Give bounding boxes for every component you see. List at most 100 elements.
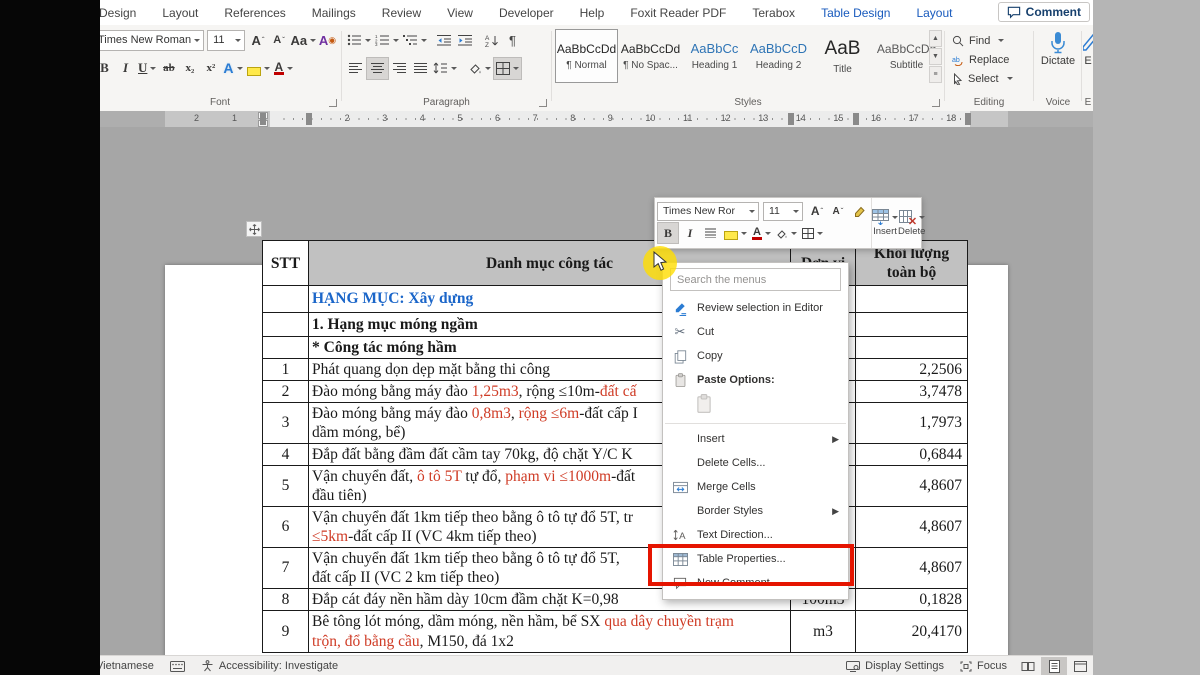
align-right-button[interactable] <box>389 58 410 79</box>
cell-qty[interactable]: 0,1828 <box>856 589 968 611</box>
paste-option-button[interactable] <box>663 392 848 420</box>
ruler-column-marker[interactable] <box>965 113 971 125</box>
tab-mailings[interactable]: Mailings <box>299 0 369 24</box>
align-left-button[interactable] <box>345 58 366 79</box>
tab-help[interactable]: Help <box>567 0 618 24</box>
tab-table-design[interactable]: Table Design <box>808 0 903 24</box>
focus-button[interactable]: Focus <box>952 656 1015 675</box>
cell-qty[interactable]: 4,8607 <box>856 507 968 548</box>
menu-item-review-selection-in-editor[interactable]: Review selection in Editor <box>663 296 848 320</box>
styles-dialog-launcher-icon[interactable] <box>932 99 940 107</box>
cell-qty[interactable]: 1,7973 <box>856 403 968 444</box>
multilevel-list-button[interactable] <box>401 30 429 51</box>
cell-stt[interactable] <box>263 313 309 337</box>
menu-item-copy[interactable]: Copy <box>663 344 848 368</box>
cell-qty[interactable]: 2,2506 <box>856 359 968 381</box>
read-mode-view-button[interactable] <box>1015 657 1041 675</box>
style-card-title[interactable]: AaBTitle <box>811 29 874 83</box>
text-effects-button[interactable]: A <box>221 58 244 79</box>
cell-stt[interactable]: 5 <box>263 466 309 507</box>
tab-developer[interactable]: Developer <box>486 0 567 24</box>
mini-highlight-button[interactable] <box>722 223 749 243</box>
print-layout-view-button[interactable] <box>1041 657 1067 675</box>
ruler-column-marker[interactable] <box>853 113 859 125</box>
grow-font-button[interactable]: Aˆ <box>248 30 269 51</box>
keyboard-indicator-icon[interactable] <box>162 656 193 675</box>
sort-button[interactable]: AZ <box>481 30 502 51</box>
styles-scroll-down-icon[interactable]: ▼ <box>929 48 942 65</box>
change-case-button[interactable]: Aa <box>290 30 317 51</box>
ruler-column-marker[interactable] <box>306 113 312 125</box>
cell-unit[interactable]: m3 <box>791 611 856 653</box>
mini-shading-button[interactable] <box>774 223 799 243</box>
menu-item-insert[interactable]: Insert▶ <box>663 427 848 451</box>
cell-stt[interactable] <box>263 337 309 359</box>
mini-format-painter-button[interactable] <box>849 201 869 221</box>
tab-terabox[interactable]: Terabox <box>739 0 808 24</box>
cell-stt[interactable]: 8 <box>263 589 309 611</box>
accessibility-button[interactable]: Accessibility: Investigate <box>193 656 346 675</box>
font-name-combo[interactable]: Times New Roman <box>92 30 204 51</box>
tab-review[interactable]: Review <box>369 0 434 24</box>
tab-layout[interactable]: Layout <box>149 0 211 24</box>
show-formatting-marks-button[interactable]: ¶ <box>502 30 523 51</box>
menu-item-paste-options[interactable]: Paste Options: <box>663 368 848 392</box>
mini-align-button[interactable] <box>701 223 721 243</box>
font-color-button[interactable]: A <box>272 58 296 79</box>
mini-bold-button[interactable]: B <box>657 222 679 244</box>
replace-button[interactable]: ab Replace <box>946 50 1032 69</box>
cell-qty[interactable]: 4,8607 <box>856 548 968 589</box>
shading-button[interactable] <box>467 58 493 79</box>
increase-indent-button[interactable] <box>455 30 476 51</box>
mini-italic-button[interactable]: I <box>680 223 700 243</box>
ruler-column-marker[interactable] <box>788 113 794 125</box>
cell-stt[interactable]: 7 <box>263 548 309 589</box>
italic-button[interactable]: I <box>115 58 136 79</box>
styles-scroll-up-icon[interactable]: ▲ <box>929 30 942 47</box>
menu-search-input[interactable]: Search the menus <box>670 268 841 291</box>
borders-button[interactable] <box>493 57 522 80</box>
mini-font-color-button[interactable]: A <box>750 223 773 243</box>
superscript-button[interactable]: x² <box>200 58 221 79</box>
numbering-button[interactable]: 123 <box>373 30 401 51</box>
cell-stt[interactable]: 1 <box>263 359 309 381</box>
highlight-color-button[interactable] <box>245 58 272 79</box>
cell-qty[interactable]: 0,6844 <box>856 444 968 466</box>
shrink-font-button[interactable]: Aˇ <box>269 30 290 51</box>
styles-gallery-expand-icon[interactable]: ≡ <box>929 66 942 83</box>
font-size-combo[interactable]: 11 <box>207 30 244 51</box>
cell-qty[interactable]: 20,4170 <box>856 611 968 653</box>
cell-qty[interactable] <box>856 286 968 313</box>
mini-grow-font-button[interactable]: Aˆ <box>807 201 827 221</box>
tab-layout[interactable]: Layout <box>903 0 965 24</box>
find-button[interactable]: Find <box>946 31 1032 50</box>
mini-delete-button[interactable]: Delete <box>898 198 925 248</box>
mini-insert-button[interactable]: Insert <box>872 198 898 248</box>
decrease-indent-button[interactable] <box>434 30 455 51</box>
bullets-button[interactable] <box>345 30 373 51</box>
select-button[interactable]: Select <box>946 69 1032 88</box>
line-spacing-button[interactable] <box>431 58 459 79</box>
cell-desc[interactable]: Bê tông lót móng, dầm móng, nền hầm, bể … <box>309 611 791 653</box>
font-dialog-launcher-icon[interactable] <box>329 99 337 107</box>
style-card-no-spac[interactable]: AaBbCcDd¶ No Spac... <box>619 29 682 83</box>
cell-stt[interactable]: 9 <box>263 611 309 653</box>
strikethrough-button[interactable]: ab <box>158 58 179 79</box>
mini-font-name-combo[interactable]: Times New Ror <box>657 202 759 221</box>
menu-item-merge-cells[interactable]: Merge Cells <box>663 475 848 499</box>
style-card-normal[interactable]: AaBbCcDd¶ Normal <box>555 29 618 83</box>
table-move-handle[interactable] <box>246 221 262 237</box>
editor-button[interactable]: E <box>1083 25 1093 67</box>
mini-borders-button[interactable] <box>800 223 825 243</box>
style-card-heading-2[interactable]: AaBbCcDHeading 2 <box>747 29 810 83</box>
tab-foxit-reader-pdf[interactable]: Foxit Reader PDF <box>617 0 739 24</box>
language-button[interactable]: Vietnamese <box>96 656 162 675</box>
underline-button[interactable]: U <box>136 58 158 79</box>
horizontal-ruler[interactable]: 21123456789101112131415161718 <box>100 111 1093 127</box>
cell-stt[interactable]: 4 <box>263 444 309 466</box>
ruler-column-marker[interactable] <box>260 113 266 125</box>
tab-view[interactable]: View <box>434 0 486 24</box>
menu-item-cut[interactable]: ✂Cut <box>663 320 848 344</box>
header-cell-stt[interactable]: STT <box>263 241 309 286</box>
cell-stt[interactable]: 2 <box>263 381 309 403</box>
